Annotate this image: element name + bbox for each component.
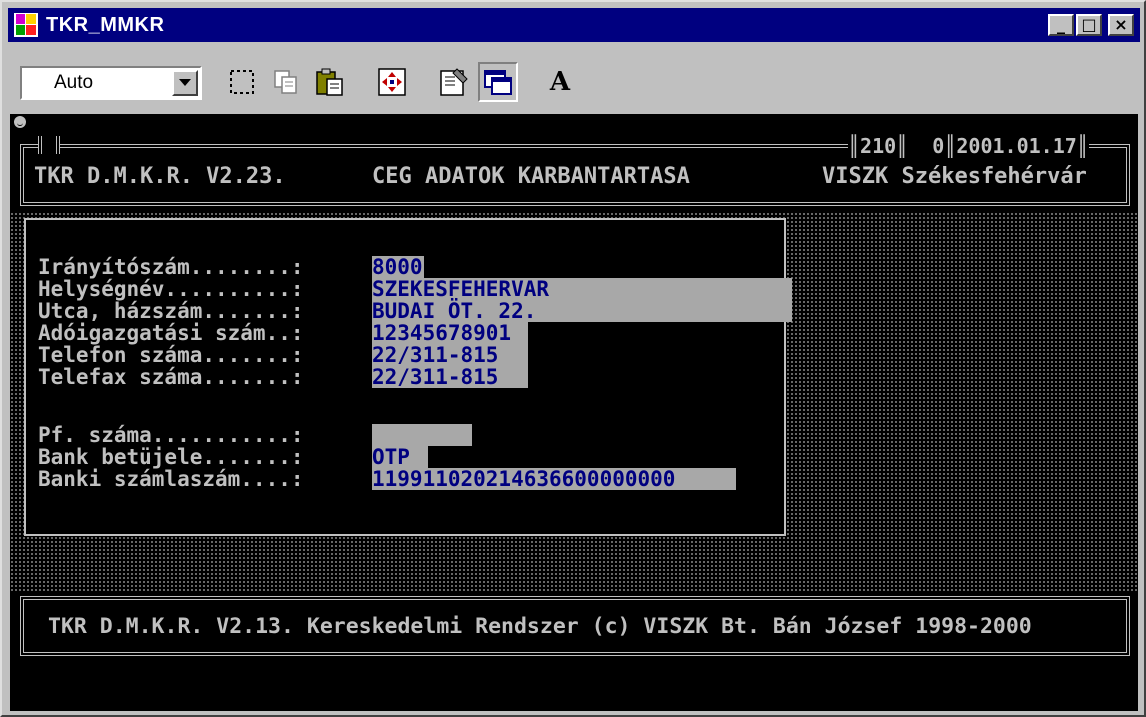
header-tab-decoration xyxy=(38,136,60,154)
header-company: VISZK Székesfehérvár xyxy=(822,164,1087,189)
background-icon xyxy=(484,70,512,95)
font-icon: A xyxy=(549,67,571,97)
street-label: Utca, házszám.......: xyxy=(38,299,304,323)
properties-button[interactable] xyxy=(434,62,474,102)
ms-dos-app-icon[interactable] xyxy=(14,13,38,37)
paste-button[interactable] xyxy=(310,62,350,102)
header-app-version: TKR D.M.K.R. V2.23. xyxy=(34,164,286,189)
properties-icon xyxy=(440,68,468,96)
po-box-label: Pf. száma...........: xyxy=(38,423,304,447)
bank-code-field[interactable]: OTP xyxy=(372,446,410,468)
close-button[interactable]: × xyxy=(1108,14,1134,36)
maximize-icon: □ xyxy=(1081,15,1097,34)
street-field[interactable]: BUDAI ÖT. 22. xyxy=(372,300,536,322)
close-icon: × xyxy=(1114,15,1128,34)
smiley-icon xyxy=(14,116,26,128)
minimize-button[interactable]: _ xyxy=(1048,14,1074,36)
font-size-value: Auto xyxy=(54,72,94,93)
footer-copyright: TKR D.M.K.R. V2.13. Kereskedelmi Rendsze… xyxy=(48,614,1032,639)
phone-label: Telefon száma.......: xyxy=(38,343,304,367)
bank-account-label: Banki számlaszám....: xyxy=(38,467,304,491)
mark-icon xyxy=(230,70,254,94)
fax-field[interactable]: 22/311-815 xyxy=(372,366,498,388)
maximize-button[interactable]: □ xyxy=(1076,14,1102,36)
toolbar: Auto A xyxy=(8,52,1140,112)
bank-account-field[interactable]: 119911020214636600000000 xyxy=(372,468,675,490)
chevron-down-icon xyxy=(179,79,191,86)
bank-code-label: Bank betüjele.......: xyxy=(38,445,304,469)
header-status: ║210║ 0║2001.01.17║ xyxy=(848,134,1089,158)
copy-icon xyxy=(274,70,297,94)
tax-number-label: Adóigazgatási szám..: xyxy=(38,321,304,345)
paste-icon xyxy=(316,68,343,96)
mark-button[interactable] xyxy=(222,62,262,102)
fax-label: Telefax száma.......: xyxy=(38,365,304,389)
app-window: TKR_MMKR _ □ × Auto A TKR D.M.K.R. V2.23… xyxy=(0,0,1146,717)
copy-button[interactable] xyxy=(266,62,306,102)
zip-field[interactable]: 8000 xyxy=(372,256,423,278)
zip-label: Irányítószám........: xyxy=(38,255,304,279)
phone-field[interactable]: 22/311-815 xyxy=(372,344,498,366)
tax-number-field[interactable]: 12345678901 xyxy=(372,322,511,344)
console-area[interactable]: TKR D.M.K.R. V2.23. CEG ADATOK KARBANTAR… xyxy=(10,114,1138,711)
po-box-field-bg xyxy=(372,424,472,446)
window-title: TKR_MMKR xyxy=(46,13,165,36)
font-size-select[interactable]: Auto xyxy=(20,66,202,100)
fullscreen-icon xyxy=(378,68,406,96)
city-label: Helységnév..........: xyxy=(38,277,304,301)
font-button[interactable]: A xyxy=(540,62,580,102)
fullscreen-button[interactable] xyxy=(372,62,412,102)
title-bar[interactable]: TKR_MMKR _ □ × xyxy=(8,8,1140,42)
minimize-icon: _ xyxy=(1057,15,1065,34)
background-button[interactable] xyxy=(478,62,518,102)
header-screen-title: CEG ADATOK KARBANTARTASA xyxy=(372,164,690,189)
company-data-form: Irányítószám........: 8000 Helységnév...… xyxy=(24,218,792,536)
dropdown-arrow-button[interactable] xyxy=(172,70,198,96)
city-field[interactable]: SZEKESFEHERVAR xyxy=(372,278,549,300)
